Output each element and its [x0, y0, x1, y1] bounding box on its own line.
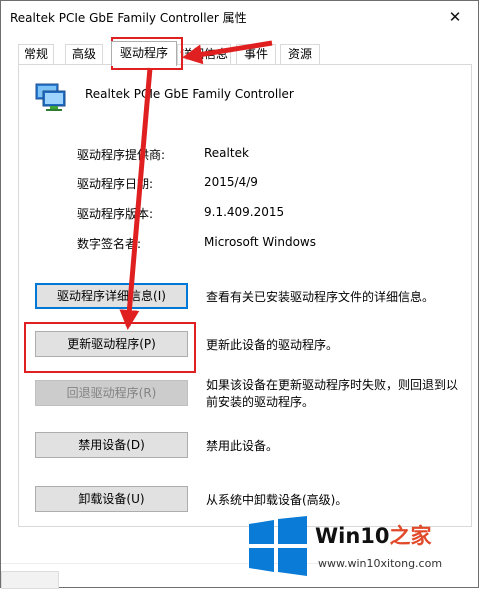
- uninstall-device-description: 从系统中卸载设备(高级)。: [206, 493, 348, 507]
- update-driver-description: 更新此设备的驱动程序。: [206, 338, 339, 352]
- rollback-driver-description: 如果该设备在更新驱动程序时失败，则回退到以前安装的驱动程序。: [206, 378, 459, 409]
- provider-value: Realtek: [204, 146, 249, 160]
- signer-value: Microsoft Windows: [204, 235, 316, 249]
- tab-resources[interactable]: 资源: [280, 44, 320, 64]
- windows-logo-icon: [247, 516, 309, 576]
- watermark-brand-suffix: 之家: [389, 524, 432, 548]
- tab-events[interactable]: 事件: [236, 44, 276, 64]
- tab-strip: 常规 高级 驱动程序 详细信息 事件 资源: [1, 41, 478, 66]
- version-value: 9.1.409.2015: [204, 205, 285, 219]
- window-title: Realtek PCIe GbE Family Controller 属性: [10, 11, 247, 25]
- disable-device-button[interactable]: 禁用设备(D): [35, 432, 188, 458]
- tab-advanced[interactable]: 高级: [65, 44, 103, 64]
- update-driver-highlight: [24, 322, 196, 373]
- close-button[interactable]: ✕: [432, 1, 478, 32]
- date-value: 2015/4/9: [204, 175, 258, 189]
- rollback-driver-button: 回退驱动程序(R): [35, 380, 188, 406]
- watermark-brand: Win10之家: [315, 520, 432, 550]
- provider-label: 驱动程序提供商:: [77, 148, 166, 162]
- tab-details[interactable]: 详细信息: [177, 44, 231, 64]
- network-adapter-icon: [34, 81, 68, 113]
- driver-details-button[interactable]: 驱动程序详细信息(I): [35, 283, 188, 309]
- uninstall-device-button[interactable]: 卸载设备(U): [35, 486, 188, 512]
- disable-device-description: 禁用此设备。: [206, 439, 279, 453]
- close-icon: ✕: [448, 7, 462, 26]
- driver-details-description: 查看有关已安装驱动程序文件的详细信息。: [206, 290, 435, 304]
- bottom-strip: [1, 571, 59, 589]
- signer-label: 数字签名者:: [77, 237, 142, 251]
- driver-properties-window: Realtek PCIe GbE Family Controller 属性 ✕ …: [0, 0, 479, 589]
- tab-driver[interactable]: 驱动程序: [111, 41, 177, 66]
- watermark-url: www.win10xitong.com: [318, 557, 443, 570]
- version-label: 驱动程序版本:: [77, 207, 154, 221]
- watermark-brand-name: Win10: [315, 524, 390, 548]
- device-name: Realtek PCIe GbE Family Controller: [85, 87, 294, 101]
- tab-general[interactable]: 常规: [18, 44, 54, 64]
- date-label: 驱动程序日期:: [77, 177, 154, 191]
- title-bar: Realtek PCIe GbE Family Controller 属性 ✕: [1, 1, 478, 32]
